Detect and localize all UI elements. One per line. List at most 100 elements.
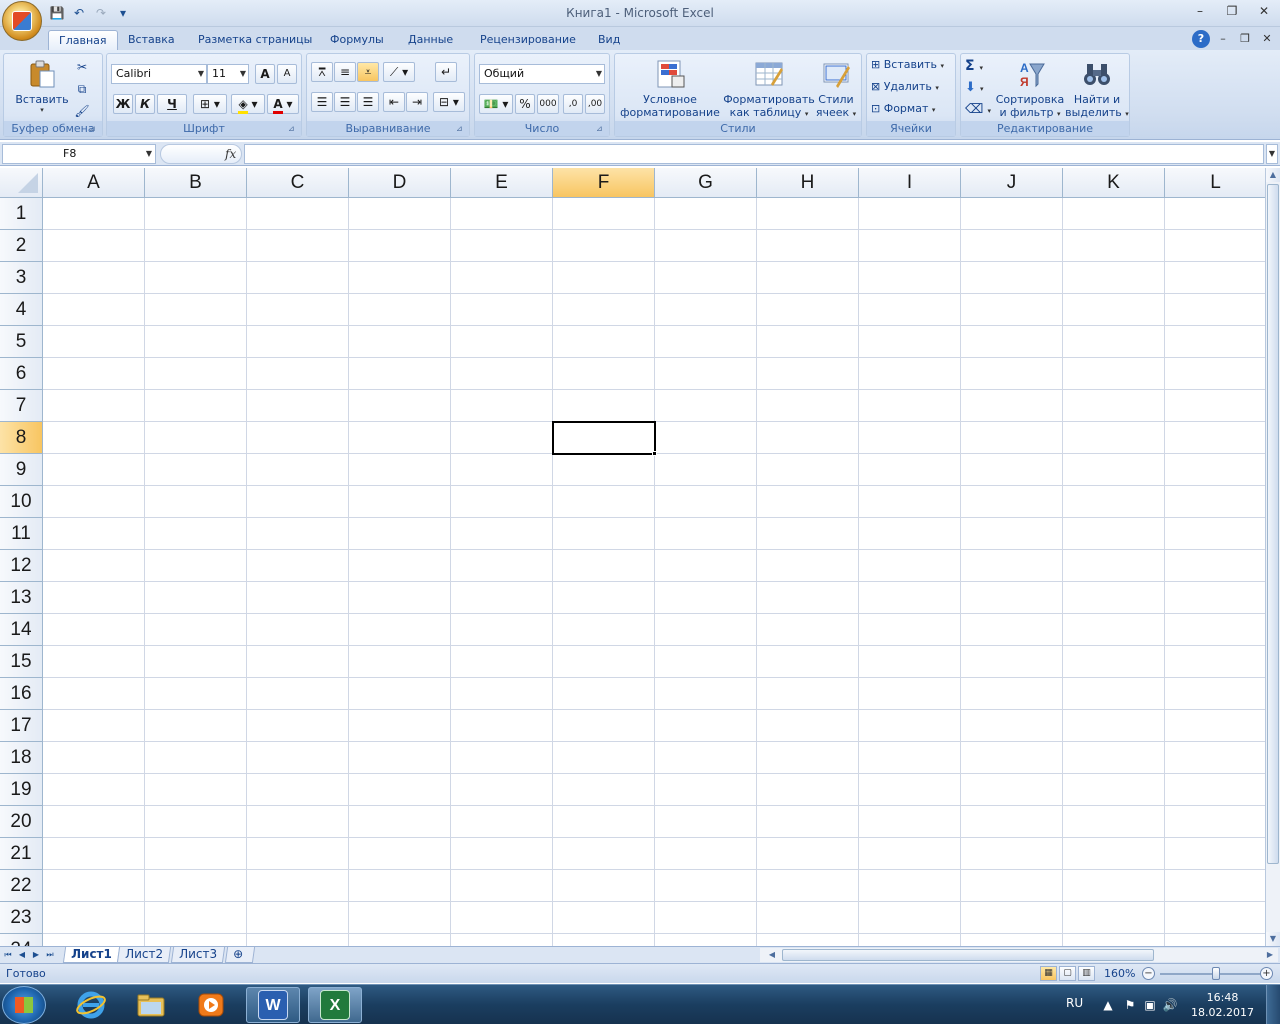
align-middle-button[interactable]: ≡ [334, 62, 356, 82]
column-header-l[interactable]: L [1165, 168, 1265, 198]
horizontal-scroll-thumb[interactable] [782, 949, 1154, 961]
show-hidden-icons-icon[interactable]: ▲ [1100, 997, 1116, 1013]
delete-cells-button[interactable]: ⊠ Удалить ▾ [871, 80, 955, 93]
office-button[interactable] [2, 1, 42, 41]
orientation-button[interactable]: ⟋ ▾ [383, 62, 415, 82]
language-indicator[interactable]: RU [1066, 996, 1083, 1010]
cell-styles-button[interactable]: Стили ячеек ▾ [813, 58, 859, 119]
taskbar-explorer[interactable] [124, 987, 178, 1023]
increase-decimal-button[interactable]: ,0 [563, 94, 583, 114]
tab-insert[interactable]: Вставка [118, 30, 185, 50]
workbook-minimize-button[interactable]: – [1214, 30, 1232, 48]
alignment-launcher-icon[interactable]: ⊿ [456, 124, 466, 134]
zoom-slider-handle[interactable] [1212, 967, 1220, 980]
zoom-in-button[interactable]: + [1260, 967, 1273, 980]
workbook-close-button[interactable]: ✕ [1258, 30, 1276, 48]
column-header-c[interactable]: C [247, 168, 349, 198]
decrease-decimal-button[interactable]: ,00 [585, 94, 605, 114]
sheet-tab-1[interactable]: Лист1 [62, 947, 120, 963]
row-header-3[interactable]: 3 [0, 262, 43, 294]
vertical-scroll-thumb[interactable] [1267, 184, 1279, 864]
expand-formula-bar-icon[interactable]: ▼ [1266, 144, 1278, 164]
column-header-h[interactable]: H [757, 168, 859, 198]
thousands-button[interactable]: 000 [537, 94, 559, 114]
row-header-22[interactable]: 22 [0, 870, 43, 902]
vertical-scrollbar[interactable]: ▲ ▼ [1265, 168, 1280, 946]
insert-function-icon[interactable]: fx [225, 147, 236, 161]
clipboard-launcher-icon[interactable]: ⊿ [89, 124, 99, 134]
row-header-5[interactable]: 5 [0, 326, 43, 358]
sheet-tab-3[interactable]: Лист3 [170, 947, 226, 963]
wrap-text-button[interactable]: ↵ [435, 62, 457, 82]
action-center-icon[interactable]: ⚑ [1122, 997, 1138, 1013]
column-header-i[interactable]: I [859, 168, 961, 198]
sort-filter-button[interactable]: AЯ Сортировка и фильтр ▾ [995, 58, 1065, 119]
name-box[interactable]: F8 ▼ [2, 144, 156, 164]
zoom-out-button[interactable]: − [1142, 967, 1155, 980]
help-icon[interactable]: ? [1192, 30, 1210, 48]
row-header-24[interactable]: 24 [0, 934, 43, 946]
page-layout-view-button[interactable]: ▢ [1059, 966, 1076, 981]
fill-button[interactable]: ⬇ ▾ [965, 80, 995, 95]
clear-button[interactable]: ⌫ ▾ [965, 102, 995, 117]
row-header-21[interactable]: 21 [0, 838, 43, 870]
close-button[interactable]: ✕ [1248, 0, 1280, 22]
active-cell[interactable] [552, 421, 656, 455]
decrease-indent-button[interactable]: ⇤ [383, 92, 405, 112]
row-header-19[interactable]: 19 [0, 774, 43, 806]
autosum-button[interactable]: Σ ▾ [965, 58, 995, 74]
row-header-10[interactable]: 10 [0, 486, 43, 518]
show-desktop-button[interactable] [1266, 985, 1280, 1024]
column-header-d[interactable]: D [349, 168, 451, 198]
column-header-f[interactable]: F [553, 168, 655, 198]
percent-button[interactable]: % [515, 94, 535, 114]
copy-icon[interactable]: ⧉ [74, 82, 90, 97]
last-sheet-icon[interactable]: ⏭ [44, 948, 56, 962]
prev-sheet-icon[interactable]: ◀ [16, 948, 28, 962]
row-header-18[interactable]: 18 [0, 742, 43, 774]
row-header-7[interactable]: 7 [0, 390, 43, 422]
number-format-combo[interactable]: Общий ▼ [479, 64, 605, 84]
row-header-20[interactable]: 20 [0, 806, 43, 838]
insert-sheet-button[interactable]: ⊕ [224, 947, 256, 963]
align-center-button[interactable]: ☰ [334, 92, 356, 112]
merge-center-button[interactable]: ⊟ ▾ [433, 92, 465, 112]
next-sheet-icon[interactable]: ▶ [30, 948, 42, 962]
underline-button[interactable]: Ч [157, 94, 187, 114]
sheet-tab-2[interactable]: Лист2 [116, 947, 172, 963]
font-name-combo[interactable]: Calibri ▼ [111, 64, 207, 84]
insert-cells-button[interactable]: ⊞ Вставить ▾ [871, 58, 955, 71]
fill-color-button[interactable]: ◈ ▾ [231, 94, 265, 114]
paste-button[interactable]: Вставить ▾ [12, 58, 72, 114]
taskbar-word[interactable]: W [246, 987, 300, 1023]
select-all-button[interactable] [0, 168, 43, 198]
workbook-restore-button[interactable]: ❐ [1236, 30, 1254, 48]
taskbar-excel[interactable]: X [308, 987, 362, 1023]
normal-view-button[interactable]: ▦ [1040, 966, 1057, 981]
column-header-a[interactable]: A [43, 168, 145, 198]
italic-button[interactable]: К [135, 94, 155, 114]
clock[interactable]: 16:48 18.02.2017 [1191, 990, 1254, 1020]
row-header-16[interactable]: 16 [0, 678, 43, 710]
borders-button[interactable]: ⊞ ▾ [193, 94, 227, 114]
row-header-14[interactable]: 14 [0, 614, 43, 646]
network-icon[interactable]: ▣ [1142, 997, 1158, 1013]
find-select-button[interactable]: Найти и выделить ▾ [1065, 58, 1129, 119]
restore-button[interactable]: ❐ [1216, 0, 1248, 22]
column-header-g[interactable]: G [655, 168, 757, 198]
row-header-23[interactable]: 23 [0, 902, 43, 934]
formula-input[interactable] [244, 144, 1264, 164]
grow-font-button[interactable]: A [255, 64, 275, 84]
tab-home[interactable]: Главная [48, 30, 118, 50]
row-header-9[interactable]: 9 [0, 454, 43, 486]
row-header-2[interactable]: 2 [0, 230, 43, 262]
horizontal-scrollbar[interactable]: ◀ ▶ [760, 948, 1278, 962]
number-launcher-icon[interactable]: ⊿ [596, 124, 606, 134]
scroll-right-icon[interactable]: ▶ [1264, 948, 1276, 962]
format-painter-icon[interactable]: 🖌 [74, 104, 90, 118]
column-header-b[interactable]: B [145, 168, 247, 198]
column-header-j[interactable]: J [961, 168, 1063, 198]
align-top-button[interactable]: ⩞ [311, 62, 333, 82]
start-button[interactable] [2, 986, 46, 1024]
bold-button[interactable]: Ж [113, 94, 133, 114]
